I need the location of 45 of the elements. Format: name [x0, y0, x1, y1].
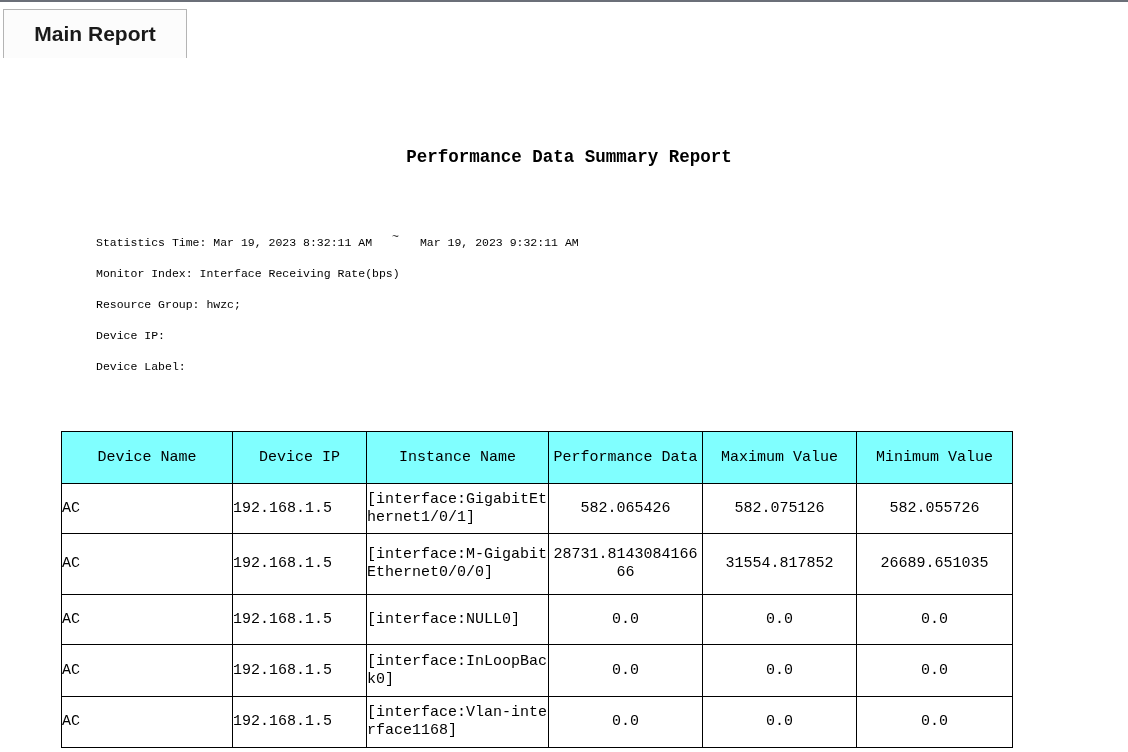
- tilde-separator: ~: [392, 229, 399, 246]
- table-cell: 0.0: [856, 594, 1013, 645]
- detail-text: Mar 19, 2023 9:32:11 AM: [419, 235, 579, 252]
- detail-text: Statistics Time: Mar 19, 2023 8:32:11 AM: [96, 235, 373, 252]
- table-cell: 0.0: [548, 594, 703, 645]
- table-cell: 0.0: [702, 696, 857, 748]
- table-cell: 26689.651035: [856, 533, 1013, 595]
- report-title: Performance Data Summary Report: [406, 146, 732, 169]
- column-header: Device IP: [232, 431, 367, 484]
- table-cell: AC: [61, 696, 233, 748]
- table-cell: [interface:M-GigabitEthernet0/0/0]: [366, 533, 549, 595]
- table-cell: 192.168.1.5: [232, 533, 367, 595]
- table-cell: 28731.814308416666: [548, 533, 703, 595]
- table-cell: 192.168.1.5: [232, 644, 367, 697]
- table-cell: 192.168.1.5: [232, 483, 367, 534]
- table-cell: 0.0: [856, 696, 1013, 748]
- table-cell: 0.0: [702, 644, 857, 697]
- detail-text: Device Label:: [96, 359, 186, 376]
- table-cell: 582.055726: [856, 483, 1013, 534]
- tab[interactable]: Main Report: [3, 9, 187, 58]
- table-cell: [interface:Vlan-interface1168]: [366, 696, 549, 748]
- table-cell: AC: [61, 483, 233, 534]
- detail-text: Device IP:: [96, 328, 165, 345]
- table-cell: 192.168.1.5: [232, 594, 367, 645]
- table-cell: 0.0: [702, 594, 857, 645]
- table-cell: 192.168.1.5: [232, 696, 367, 748]
- column-header: Maximum Value: [702, 431, 857, 484]
- table-cell: [interface:InLoopBack0]: [366, 644, 549, 697]
- table-cell: AC: [61, 644, 233, 697]
- detail-text: Monitor Index: Interface Receiving Rate(bps): [96, 266, 400, 283]
- table-cell: [interface:NULL0]: [366, 594, 549, 645]
- table-cell: AC: [61, 594, 233, 645]
- table-cell: 0.0: [856, 644, 1013, 697]
- detail-text: Resource Group: hwzc;: [96, 297, 241, 314]
- column-header: Device Name: [61, 431, 233, 484]
- table-cell: 0.0: [548, 696, 703, 748]
- table-cell: 31554.817852: [702, 533, 857, 595]
- table-cell: 582.065426: [548, 483, 703, 534]
- column-header: Performance Data: [548, 431, 703, 484]
- table-cell: 0.0: [548, 644, 703, 697]
- table-cell: AC: [61, 533, 233, 595]
- column-header: Minimum Value: [856, 431, 1013, 484]
- column-header: Instance Name: [366, 431, 549, 484]
- table-cell: [interface:GigabitEthernet1/0/1]: [366, 483, 549, 534]
- table-cell: 582.075126: [702, 483, 857, 534]
